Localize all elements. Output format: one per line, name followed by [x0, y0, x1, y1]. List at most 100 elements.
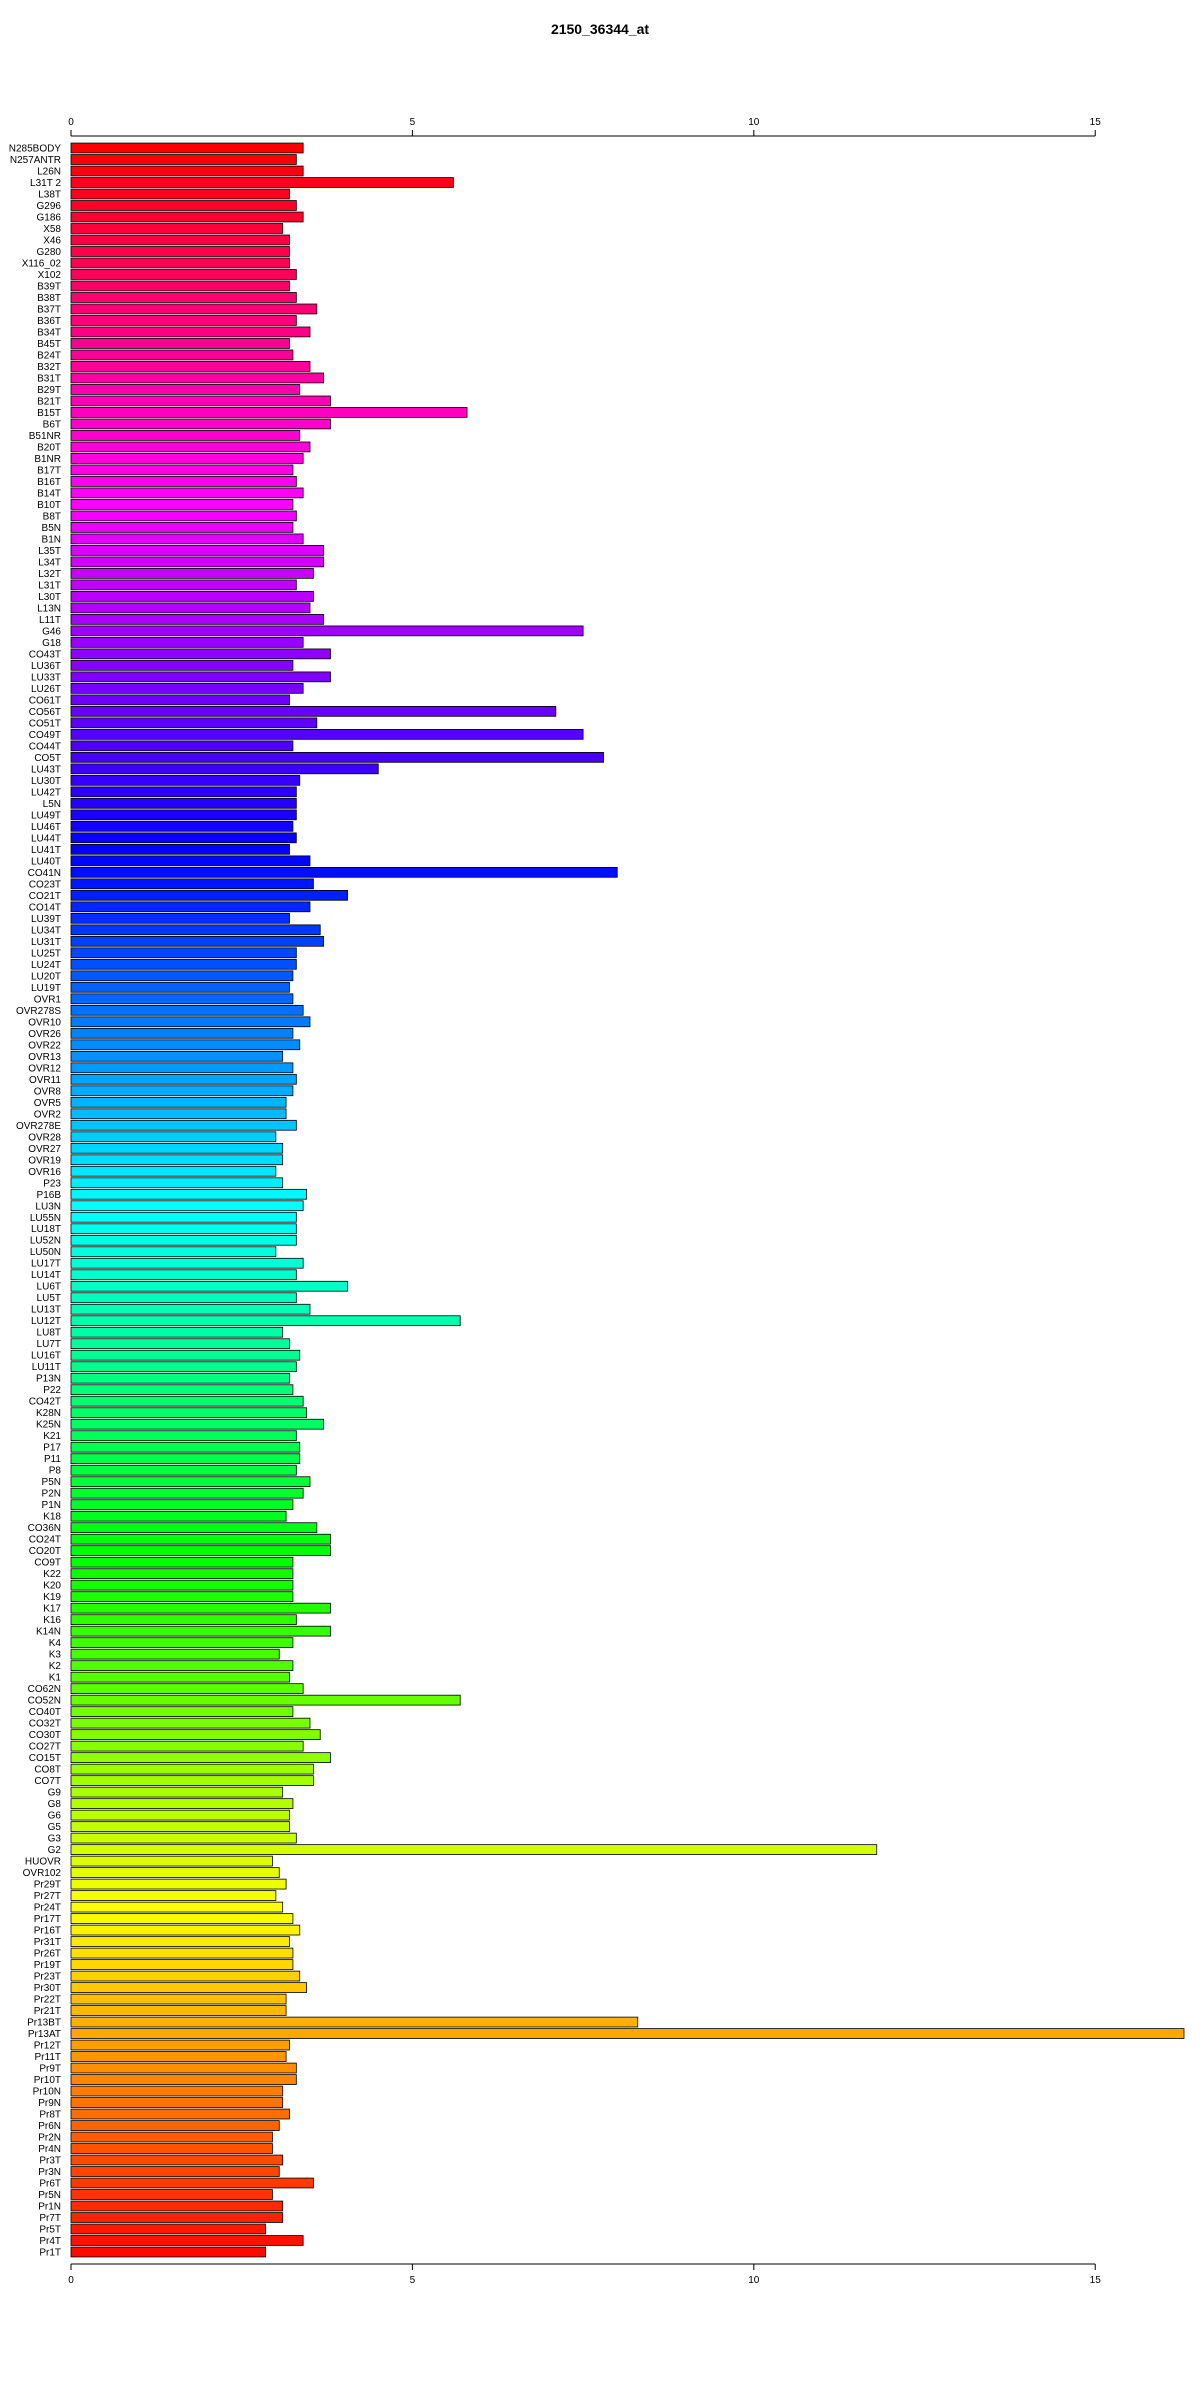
bar: [70, 1395, 304, 1407]
category-label: L35T: [38, 546, 61, 557]
category-label: LU42T: [31, 787, 61, 798]
category-label: Pr12T: [34, 2041, 61, 2052]
category-label: K21: [43, 1431, 61, 1442]
bar: [70, 729, 584, 740]
category-label: P1N: [42, 1500, 61, 1511]
bar: [70, 1683, 304, 1694]
bar: [70, 372, 325, 384]
bar: [70, 740, 294, 752]
bar: [70, 1131, 277, 1143]
bar: [70, 2189, 273, 2200]
bar: [70, 2051, 287, 2062]
category-label: LU55N: [30, 1213, 61, 1224]
bar: [70, 625, 584, 637]
category-label: LU16T: [31, 1351, 61, 1362]
category-label: B5N: [42, 523, 61, 534]
category-label: B45T: [37, 339, 61, 350]
category-label: Pr4T: [39, 2236, 61, 2247]
category-label: CO40T: [29, 1707, 61, 1718]
category-label: B16T: [37, 477, 61, 488]
bar: [70, 1361, 297, 1373]
bar: [70, 1844, 878, 1855]
category-label: P17: [43, 1443, 61, 1454]
category-label: G46: [42, 626, 61, 637]
category-label: Pr6T: [39, 2179, 61, 2190]
category-label: OVR12: [28, 1063, 61, 1074]
bar: [70, 246, 290, 257]
bar: [70, 1315, 461, 1327]
category-label: Pr26T: [34, 1949, 61, 1960]
bar: [70, 1085, 294, 1097]
bar: [70, 889, 348, 901]
bar: [70, 1579, 294, 1591]
category-label: LU14T: [31, 1270, 61, 1281]
category-label: CO42T: [29, 1397, 61, 1408]
tick-label: 15: [1090, 2275, 1102, 2286]
category-label: G6: [48, 1811, 62, 1822]
bar: [70, 1280, 348, 1292]
category-label: OVR102: [23, 1868, 62, 1879]
bar: [70, 384, 301, 395]
category-label: LU18T: [31, 1224, 61, 1235]
bar: [70, 2016, 639, 2028]
bar: [70, 1878, 287, 1890]
bar: [70, 1533, 331, 1545]
category-label: LU49T: [31, 810, 61, 821]
bar: [70, 935, 325, 947]
bar: [70, 556, 325, 568]
category-label: Pr27T: [34, 1891, 61, 1902]
bar: [70, 1729, 321, 1740]
bar: [70, 545, 325, 556]
bar: [70, 1959, 294, 1970]
bottom-axis: 0 5 10 15: [68, 2263, 1102, 2286]
bar: [70, 614, 325, 625]
category-label: LU33T: [31, 672, 61, 683]
category-label: CO43T: [29, 649, 61, 660]
bar: [70, 349, 294, 361]
category-label: LU40T: [31, 856, 61, 867]
category-label: LU34T: [31, 925, 61, 936]
category-label: K1: [49, 1673, 62, 1684]
bar: [70, 1441, 301, 1453]
bar: [70, 361, 311, 372]
category-label: CO14T: [29, 902, 61, 913]
category-label: CO41N: [28, 868, 61, 879]
bar: [70, 1062, 294, 1074]
category-label: X116_02: [22, 258, 62, 269]
category-label: CO21T: [29, 891, 61, 902]
bar: [70, 970, 294, 982]
bar: [70, 878, 314, 890]
bar: [70, 177, 454, 188]
bar: [70, 1706, 294, 1717]
bar: [70, 165, 304, 177]
category-label: CO32T: [29, 1719, 61, 1730]
category-label: G2: [48, 1845, 62, 1856]
tick-label: 5: [410, 117, 416, 128]
category-label: LU46T: [31, 822, 61, 833]
bar: [70, 1119, 297, 1131]
bar: [70, 1637, 294, 1648]
category-label: B20T: [37, 442, 61, 453]
category-label: OVR2: [34, 1109, 62, 1120]
category-labels-group: N285BODYN257ANTRL26NL31T 2L38TG296G186X5…: [9, 144, 62, 2259]
category-label: OVR278E: [16, 1121, 61, 1132]
bar: [70, 1165, 277, 1177]
category-label: L34T: [38, 557, 61, 568]
bar: [70, 1303, 311, 1315]
category-label: LU20T: [31, 971, 61, 982]
category-label: L13N: [37, 603, 61, 614]
category-label: Pr4N: [38, 2144, 61, 2155]
category-label: B39T: [37, 281, 61, 292]
category-label: CO15T: [29, 1753, 61, 1764]
category-label: LU52N: [30, 1236, 61, 1247]
bar: [70, 1200, 304, 1212]
category-label: G8: [48, 1799, 62, 1810]
category-label: Pr1N: [38, 2202, 61, 2213]
category-label: K25N: [36, 1420, 61, 1431]
category-label: B21T: [37, 396, 61, 407]
category-label: B51NR: [29, 431, 61, 442]
bar: [70, 1246, 277, 1258]
bar: [70, 981, 290, 993]
bar: [70, 1269, 297, 1281]
bar: [70, 752, 604, 763]
